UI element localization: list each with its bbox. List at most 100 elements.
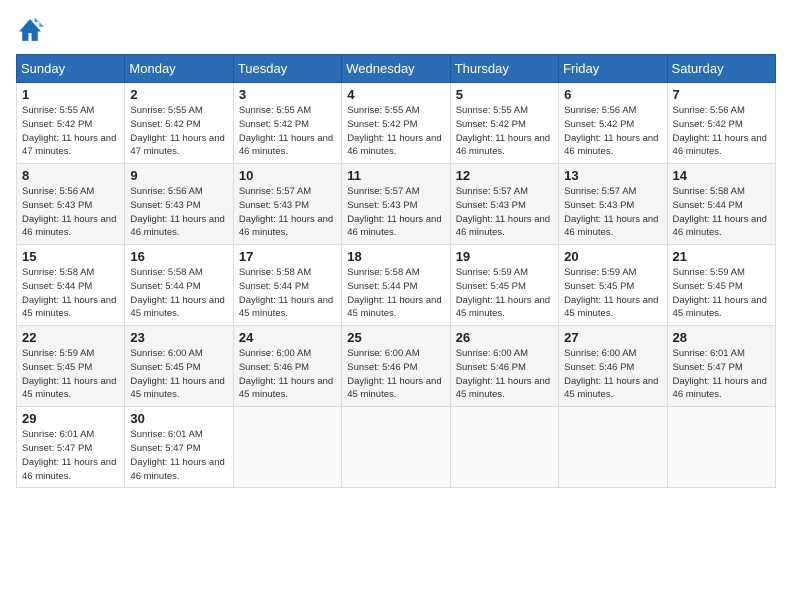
day-number: 15	[22, 249, 119, 264]
calendar-cell: 26 Sunrise: 6:00 AM Sunset: 5:46 PM Dayl…	[450, 326, 558, 407]
day-number: 13	[564, 168, 661, 183]
day-number: 23	[130, 330, 227, 345]
day-info: Sunrise: 5:58 AM Sunset: 5:44 PM Dayligh…	[347, 266, 444, 321]
calendar-cell: 21 Sunrise: 5:59 AM Sunset: 5:45 PM Dayl…	[667, 245, 775, 326]
logo-icon	[16, 16, 44, 44]
day-number: 4	[347, 87, 444, 102]
weekday-header-tuesday: Tuesday	[233, 55, 341, 83]
day-info: Sunrise: 6:01 AM Sunset: 5:47 PM Dayligh…	[673, 347, 770, 402]
weekday-header-monday: Monday	[125, 55, 233, 83]
logo	[16, 16, 48, 44]
day-number: 6	[564, 87, 661, 102]
day-info: Sunrise: 5:55 AM Sunset: 5:42 PM Dayligh…	[239, 104, 336, 159]
calendar-cell: 8 Sunrise: 5:56 AM Sunset: 5:43 PM Dayli…	[17, 164, 125, 245]
week-row-4: 22 Sunrise: 5:59 AM Sunset: 5:45 PM Dayl…	[17, 326, 776, 407]
calendar-cell	[233, 407, 341, 488]
day-number: 7	[673, 87, 770, 102]
day-number: 8	[22, 168, 119, 183]
day-number: 27	[564, 330, 661, 345]
day-number: 10	[239, 168, 336, 183]
day-info: Sunrise: 5:56 AM Sunset: 5:42 PM Dayligh…	[673, 104, 770, 159]
day-info: Sunrise: 6:00 AM Sunset: 5:46 PM Dayligh…	[239, 347, 336, 402]
calendar-cell: 20 Sunrise: 5:59 AM Sunset: 5:45 PM Dayl…	[559, 245, 667, 326]
day-number: 21	[673, 249, 770, 264]
calendar-cell: 28 Sunrise: 6:01 AM Sunset: 5:47 PM Dayl…	[667, 326, 775, 407]
day-info: Sunrise: 5:55 AM Sunset: 5:42 PM Dayligh…	[456, 104, 553, 159]
day-info: Sunrise: 5:56 AM Sunset: 5:43 PM Dayligh…	[22, 185, 119, 240]
calendar-cell: 1 Sunrise: 5:55 AM Sunset: 5:42 PM Dayli…	[17, 83, 125, 164]
day-info: Sunrise: 5:57 AM Sunset: 5:43 PM Dayligh…	[347, 185, 444, 240]
calendar-cell: 13 Sunrise: 5:57 AM Sunset: 5:43 PM Dayl…	[559, 164, 667, 245]
day-number: 9	[130, 168, 227, 183]
calendar-cell: 5 Sunrise: 5:55 AM Sunset: 5:42 PM Dayli…	[450, 83, 558, 164]
calendar-cell: 12 Sunrise: 5:57 AM Sunset: 5:43 PM Dayl…	[450, 164, 558, 245]
calendar-cell: 14 Sunrise: 5:58 AM Sunset: 5:44 PM Dayl…	[667, 164, 775, 245]
day-info: Sunrise: 5:59 AM Sunset: 5:45 PM Dayligh…	[22, 347, 119, 402]
day-info: Sunrise: 5:59 AM Sunset: 5:45 PM Dayligh…	[564, 266, 661, 321]
calendar-cell: 22 Sunrise: 5:59 AM Sunset: 5:45 PM Dayl…	[17, 326, 125, 407]
day-number: 20	[564, 249, 661, 264]
calendar-cell: 9 Sunrise: 5:56 AM Sunset: 5:43 PM Dayli…	[125, 164, 233, 245]
day-info: Sunrise: 6:00 AM Sunset: 5:46 PM Dayligh…	[347, 347, 444, 402]
calendar-table: SundayMondayTuesdayWednesdayThursdayFrid…	[16, 54, 776, 488]
week-row-2: 8 Sunrise: 5:56 AM Sunset: 5:43 PM Dayli…	[17, 164, 776, 245]
day-number: 29	[22, 411, 119, 426]
day-number: 14	[673, 168, 770, 183]
weekday-header-saturday: Saturday	[667, 55, 775, 83]
day-info: Sunrise: 5:58 AM Sunset: 5:44 PM Dayligh…	[130, 266, 227, 321]
calendar-cell: 6 Sunrise: 5:56 AM Sunset: 5:42 PM Dayli…	[559, 83, 667, 164]
day-info: Sunrise: 5:55 AM Sunset: 5:42 PM Dayligh…	[22, 104, 119, 159]
day-info: Sunrise: 6:01 AM Sunset: 5:47 PM Dayligh…	[130, 428, 227, 483]
day-number: 25	[347, 330, 444, 345]
day-info: Sunrise: 5:59 AM Sunset: 5:45 PM Dayligh…	[673, 266, 770, 321]
day-info: Sunrise: 5:55 AM Sunset: 5:42 PM Dayligh…	[130, 104, 227, 159]
calendar-cell: 3 Sunrise: 5:55 AM Sunset: 5:42 PM Dayli…	[233, 83, 341, 164]
day-info: Sunrise: 5:58 AM Sunset: 5:44 PM Dayligh…	[239, 266, 336, 321]
calendar-cell: 27 Sunrise: 6:00 AM Sunset: 5:46 PM Dayl…	[559, 326, 667, 407]
day-info: Sunrise: 6:01 AM Sunset: 5:47 PM Dayligh…	[22, 428, 119, 483]
calendar-cell: 10 Sunrise: 5:57 AM Sunset: 5:43 PM Dayl…	[233, 164, 341, 245]
calendar-cell: 7 Sunrise: 5:56 AM Sunset: 5:42 PM Dayli…	[667, 83, 775, 164]
calendar-cell: 17 Sunrise: 5:58 AM Sunset: 5:44 PM Dayl…	[233, 245, 341, 326]
day-number: 30	[130, 411, 227, 426]
day-number: 19	[456, 249, 553, 264]
calendar-cell: 25 Sunrise: 6:00 AM Sunset: 5:46 PM Dayl…	[342, 326, 450, 407]
day-info: Sunrise: 5:59 AM Sunset: 5:45 PM Dayligh…	[456, 266, 553, 321]
day-info: Sunrise: 6:00 AM Sunset: 5:45 PM Dayligh…	[130, 347, 227, 402]
calendar-cell: 4 Sunrise: 5:55 AM Sunset: 5:42 PM Dayli…	[342, 83, 450, 164]
weekday-header-friday: Friday	[559, 55, 667, 83]
day-number: 5	[456, 87, 553, 102]
calendar-cell: 24 Sunrise: 6:00 AM Sunset: 5:46 PM Dayl…	[233, 326, 341, 407]
day-number: 22	[22, 330, 119, 345]
day-info: Sunrise: 5:56 AM Sunset: 5:42 PM Dayligh…	[564, 104, 661, 159]
calendar-cell: 15 Sunrise: 5:58 AM Sunset: 5:44 PM Dayl…	[17, 245, 125, 326]
calendar-cell: 19 Sunrise: 5:59 AM Sunset: 5:45 PM Dayl…	[450, 245, 558, 326]
day-number: 17	[239, 249, 336, 264]
day-info: Sunrise: 5:57 AM Sunset: 5:43 PM Dayligh…	[564, 185, 661, 240]
week-row-1: 1 Sunrise: 5:55 AM Sunset: 5:42 PM Dayli…	[17, 83, 776, 164]
day-info: Sunrise: 5:57 AM Sunset: 5:43 PM Dayligh…	[239, 185, 336, 240]
day-number: 26	[456, 330, 553, 345]
day-info: Sunrise: 5:55 AM Sunset: 5:42 PM Dayligh…	[347, 104, 444, 159]
calendar-cell: 16 Sunrise: 5:58 AM Sunset: 5:44 PM Dayl…	[125, 245, 233, 326]
day-number: 1	[22, 87, 119, 102]
day-number: 2	[130, 87, 227, 102]
day-info: Sunrise: 5:56 AM Sunset: 5:43 PM Dayligh…	[130, 185, 227, 240]
week-row-3: 15 Sunrise: 5:58 AM Sunset: 5:44 PM Dayl…	[17, 245, 776, 326]
calendar-cell: 2 Sunrise: 5:55 AM Sunset: 5:42 PM Dayli…	[125, 83, 233, 164]
calendar-cell	[559, 407, 667, 488]
day-number: 11	[347, 168, 444, 183]
calendar-cell	[450, 407, 558, 488]
weekday-header-row: SundayMondayTuesdayWednesdayThursdayFrid…	[17, 55, 776, 83]
calendar-cell: 23 Sunrise: 6:00 AM Sunset: 5:45 PM Dayl…	[125, 326, 233, 407]
calendar-cell: 11 Sunrise: 5:57 AM Sunset: 5:43 PM Dayl…	[342, 164, 450, 245]
day-number: 18	[347, 249, 444, 264]
weekday-header-wednesday: Wednesday	[342, 55, 450, 83]
calendar-cell	[667, 407, 775, 488]
calendar-cell: 30 Sunrise: 6:01 AM Sunset: 5:47 PM Dayl…	[125, 407, 233, 488]
day-number: 28	[673, 330, 770, 345]
week-row-5: 29 Sunrise: 6:01 AM Sunset: 5:47 PM Dayl…	[17, 407, 776, 488]
calendar-cell	[342, 407, 450, 488]
weekday-header-thursday: Thursday	[450, 55, 558, 83]
day-number: 3	[239, 87, 336, 102]
